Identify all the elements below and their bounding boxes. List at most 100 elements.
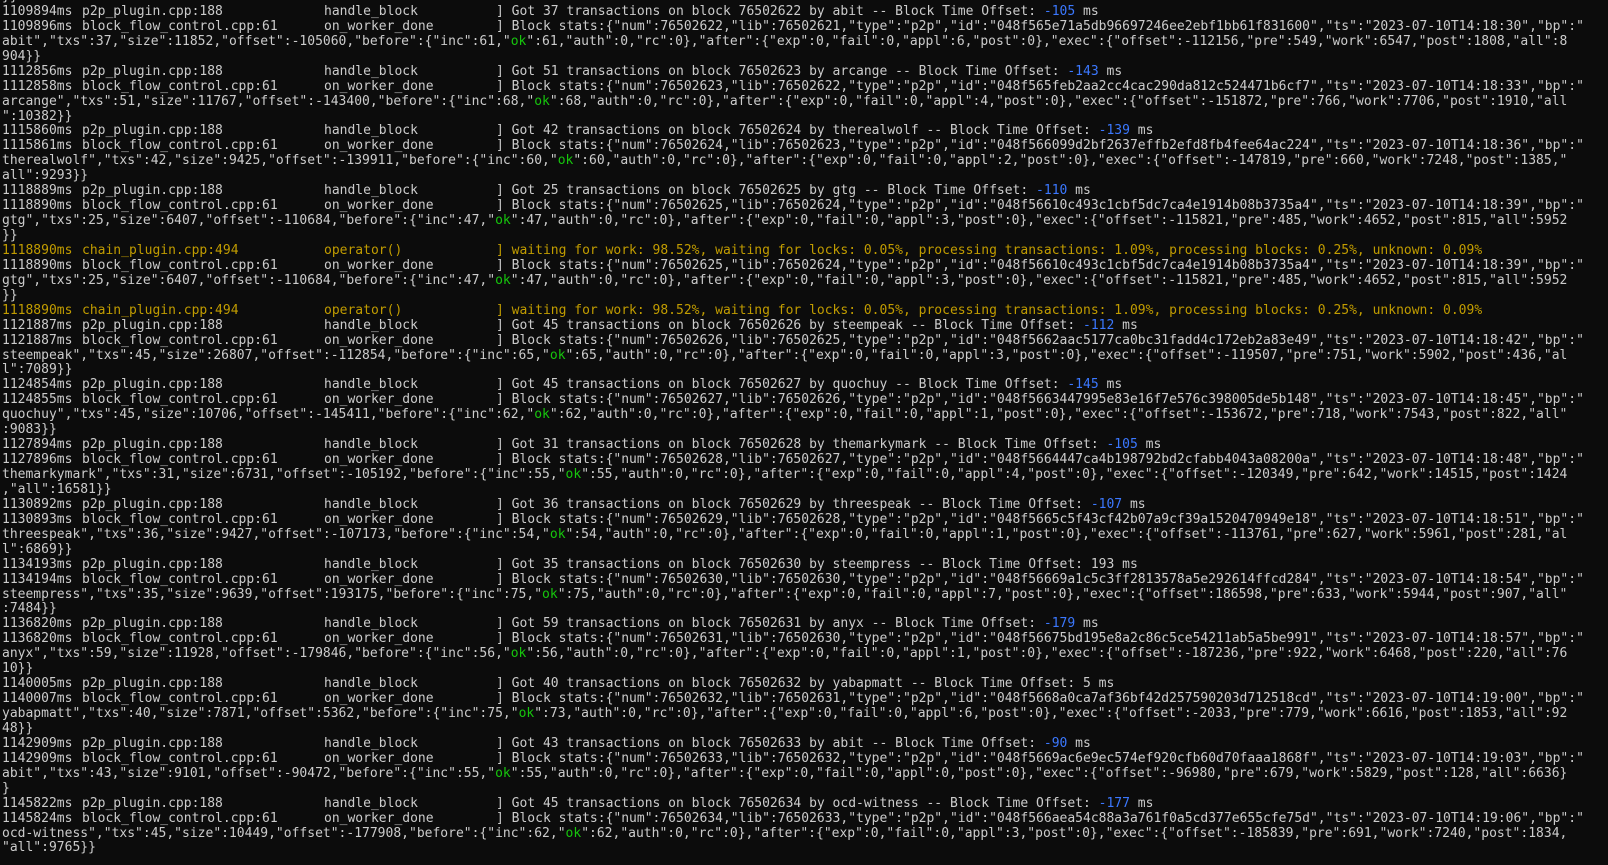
offset-unit: ms	[1067, 736, 1091, 751]
ok-key: ok	[565, 826, 582, 841]
log-function: handle_block	[324, 736, 418, 751]
log-text: ":10382}}	[2, 109, 73, 124]
offset-unit: ms	[1098, 378, 1123, 393]
ok-key: ok	[495, 214, 511, 229]
log-source: chain_plugin.cpp:494	[82, 243, 239, 258]
log-message: ] Block stats:{"num":76502632,"lib":7650…	[496, 692, 1584, 707]
block-time-offset: -143	[1067, 64, 1099, 79]
log-text: threespeak","txs":36,"size":9427,"offset…	[2, 527, 550, 542]
ok-key: ok	[542, 587, 558, 602]
terminal-output[interactable]: }}1109894msp2p_plugin.cpp:188handle_bloc…	[2, 0, 1606, 865]
log-text: :9083}}	[2, 423, 57, 438]
log-line: 1140005ms p2p_plugin.cpp:188 handle_block]…	[2, 677, 1606, 692]
log-timestamp: 1115861ms	[2, 139, 73, 154]
log-source: p2p_plugin.cpp:188	[82, 677, 223, 692]
log-message: ] Got 43 transactions on block 76502633 …	[496, 736, 1044, 751]
log-source: block_flow_control.cpp:61	[82, 572, 278, 587]
log-message: ] Got 35 transactions on block 76502630 …	[496, 557, 1138, 572]
ok-key: ok	[549, 348, 566, 363]
offset-unit: ms	[1129, 124, 1154, 139]
log-text-rest: ":62,"auth":0,"rc":0},"after":{"exp":0,"…	[581, 826, 1568, 841]
log-function: on_worker_done	[324, 139, 434, 154]
log-timestamp: 1115860ms	[2, 124, 73, 139]
log-function: on_worker_done	[324, 19, 434, 34]
log-source: block_flow_control.cpp:61	[82, 692, 278, 707]
ok-key: ok	[534, 94, 550, 109]
ok-key: ok	[518, 707, 535, 721]
log-message: ] Block stats:{"num":76502634,"lib":7650…	[496, 811, 1584, 826]
log-line: 1134193ms p2p_plugin.cpp:188 handle_block]…	[2, 558, 1606, 573]
log-timestamp: 1134193ms	[2, 557, 73, 572]
log-text: gtg","txs":25,"size":6407,"offset":-1106…	[2, 214, 496, 229]
log-timestamp: 1145824ms	[2, 811, 73, 826]
log-timestamp: 1142909ms	[2, 736, 73, 751]
log-text-rest: ":65,"auth":0,"rc":0},"after":{"exp":0,"…	[565, 348, 1568, 363]
log-message: ] Got 42 transactions on block 76502624 …	[496, 124, 1099, 139]
block-time-offset: -139	[1098, 124, 1130, 139]
log-message: ] Block stats:{"num":76502623,"lib":7650…	[496, 79, 1584, 94]
log-line-continuation: l":7089}}	[2, 363, 1606, 378]
log-line: 1124854ms p2p_plugin.cpp:188 handle_block]…	[2, 378, 1606, 393]
log-line: 1124855ms block_flow_control.cpp:61 on_wor…	[2, 393, 1606, 408]
log-text: 48}}	[2, 721, 34, 736]
log-message: ] Block stats:{"num":76502631,"lib":7650…	[496, 632, 1584, 647]
log-text: l":6869}}	[2, 542, 73, 557]
log-text-rest: ":73,"auth":0,"rc":0},"after":{"exp":0,"…	[534, 707, 1568, 721]
log-line: 1115860ms p2p_plugin.cpp:188 handle_block]…	[2, 124, 1606, 139]
log-message: ] Got 25 transactions on block 76502625 …	[496, 184, 1037, 199]
log-source: block_flow_control.cpp:61	[82, 199, 278, 214]
log-line-continuation: all":9293}}	[2, 169, 1606, 184]
log-line: 1121887ms p2p_plugin.cpp:188 handle_block]…	[2, 319, 1606, 334]
log-message: ] Block stats:{"num":76502630,"lib":7650…	[496, 572, 1584, 587]
log-text: ocd-witness","txs":45,"size":10449,"offs…	[2, 826, 566, 841]
log-line-continuation: arcange","txs":51,"size":11767,"offset":…	[2, 95, 1606, 110]
log-timestamp: 1140005ms	[2, 677, 73, 692]
log-function: operator()	[324, 243, 403, 258]
log-source: p2p_plugin.cpp:188	[82, 378, 223, 393]
log-timestamp: 1118890ms	[2, 258, 73, 273]
offset-unit: ms	[1075, 617, 1099, 632]
log-timestamp: 1127894ms	[2, 438, 73, 453]
log-line: 1118890ms block_flow_control.cpp:61 on_wor…	[2, 199, 1606, 214]
log-function: handle_block	[324, 497, 418, 512]
log-text: quochuy","txs":45,"size":10706,"offset":…	[2, 408, 535, 423]
log-message: ] Got 51 transactions on block 76502623 …	[496, 64, 1068, 79]
log-function: handle_block	[324, 378, 418, 393]
log-function: handle_block	[324, 318, 418, 333]
log-source: block_flow_control.cpp:61	[82, 512, 278, 527]
log-line: 1145824ms block_flow_control.cpp:61 on_wor…	[2, 812, 1606, 827]
log-timestamp: 1136820ms	[2, 617, 73, 632]
log-line-continuation: gtg","txs":25,"size":6407,"offset":-1106…	[2, 214, 1606, 229]
log-message: ] Got 45 transactions on block 76502626 …	[496, 318, 1083, 333]
log-function: handle_block	[324, 557, 418, 572]
log-line: 1142909ms block_flow_control.cpp:61 on_wor…	[2, 752, 1606, 767]
offset-unit: ms	[1067, 184, 1091, 199]
log-message: ] Block stats:{"num":76502622,"lib":7650…	[496, 19, 1584, 34]
ok-key: ok	[495, 766, 511, 781]
log-function: handle_block	[324, 617, 418, 632]
log-text: therealwolf","txs":42,"size":9425,"offse…	[2, 154, 558, 169]
log-source: block_flow_control.cpp:61	[82, 453, 278, 468]
block-time-offset: -110	[1036, 184, 1068, 199]
log-timestamp: 1124855ms	[2, 393, 73, 408]
block-time-offset: -112	[1083, 318, 1115, 333]
log-function: on_worker_done	[324, 79, 434, 94]
log-line-continuation: }}	[2, 229, 1606, 244]
offset-unit: ms	[1098, 64, 1123, 79]
log-timestamp: 1109896ms	[2, 19, 73, 34]
block-time-offset: -90	[1043, 736, 1068, 751]
log-timestamp: 1142909ms	[2, 751, 73, 766]
log-source: block_flow_control.cpp:61	[82, 751, 278, 766]
log-source: block_flow_control.cpp:61	[82, 811, 278, 826]
log-timestamp: 1127896ms	[2, 453, 73, 468]
log-text-rest: ":60,"auth":0,"rc":0},"after":{"exp":0,"…	[573, 154, 1568, 169]
log-line-continuation: abit","txs":37,"size":11852,"offset":-10…	[2, 35, 1606, 50]
ok-key: ok	[510, 647, 527, 662]
log-timestamp: 1118890ms	[2, 243, 73, 258]
log-function: on_worker_done	[324, 751, 434, 766]
log-source: block_flow_control.cpp:61	[82, 333, 278, 348]
log-line-continuation: steempeak","txs":45,"size":26807,"offset…	[2, 349, 1606, 364]
log-text: all":9293}}	[2, 169, 89, 184]
log-source: block_flow_control.cpp:61	[82, 393, 278, 408]
log-line: 1136820ms p2p_plugin.cpp:188 handle_block]…	[2, 617, 1606, 632]
